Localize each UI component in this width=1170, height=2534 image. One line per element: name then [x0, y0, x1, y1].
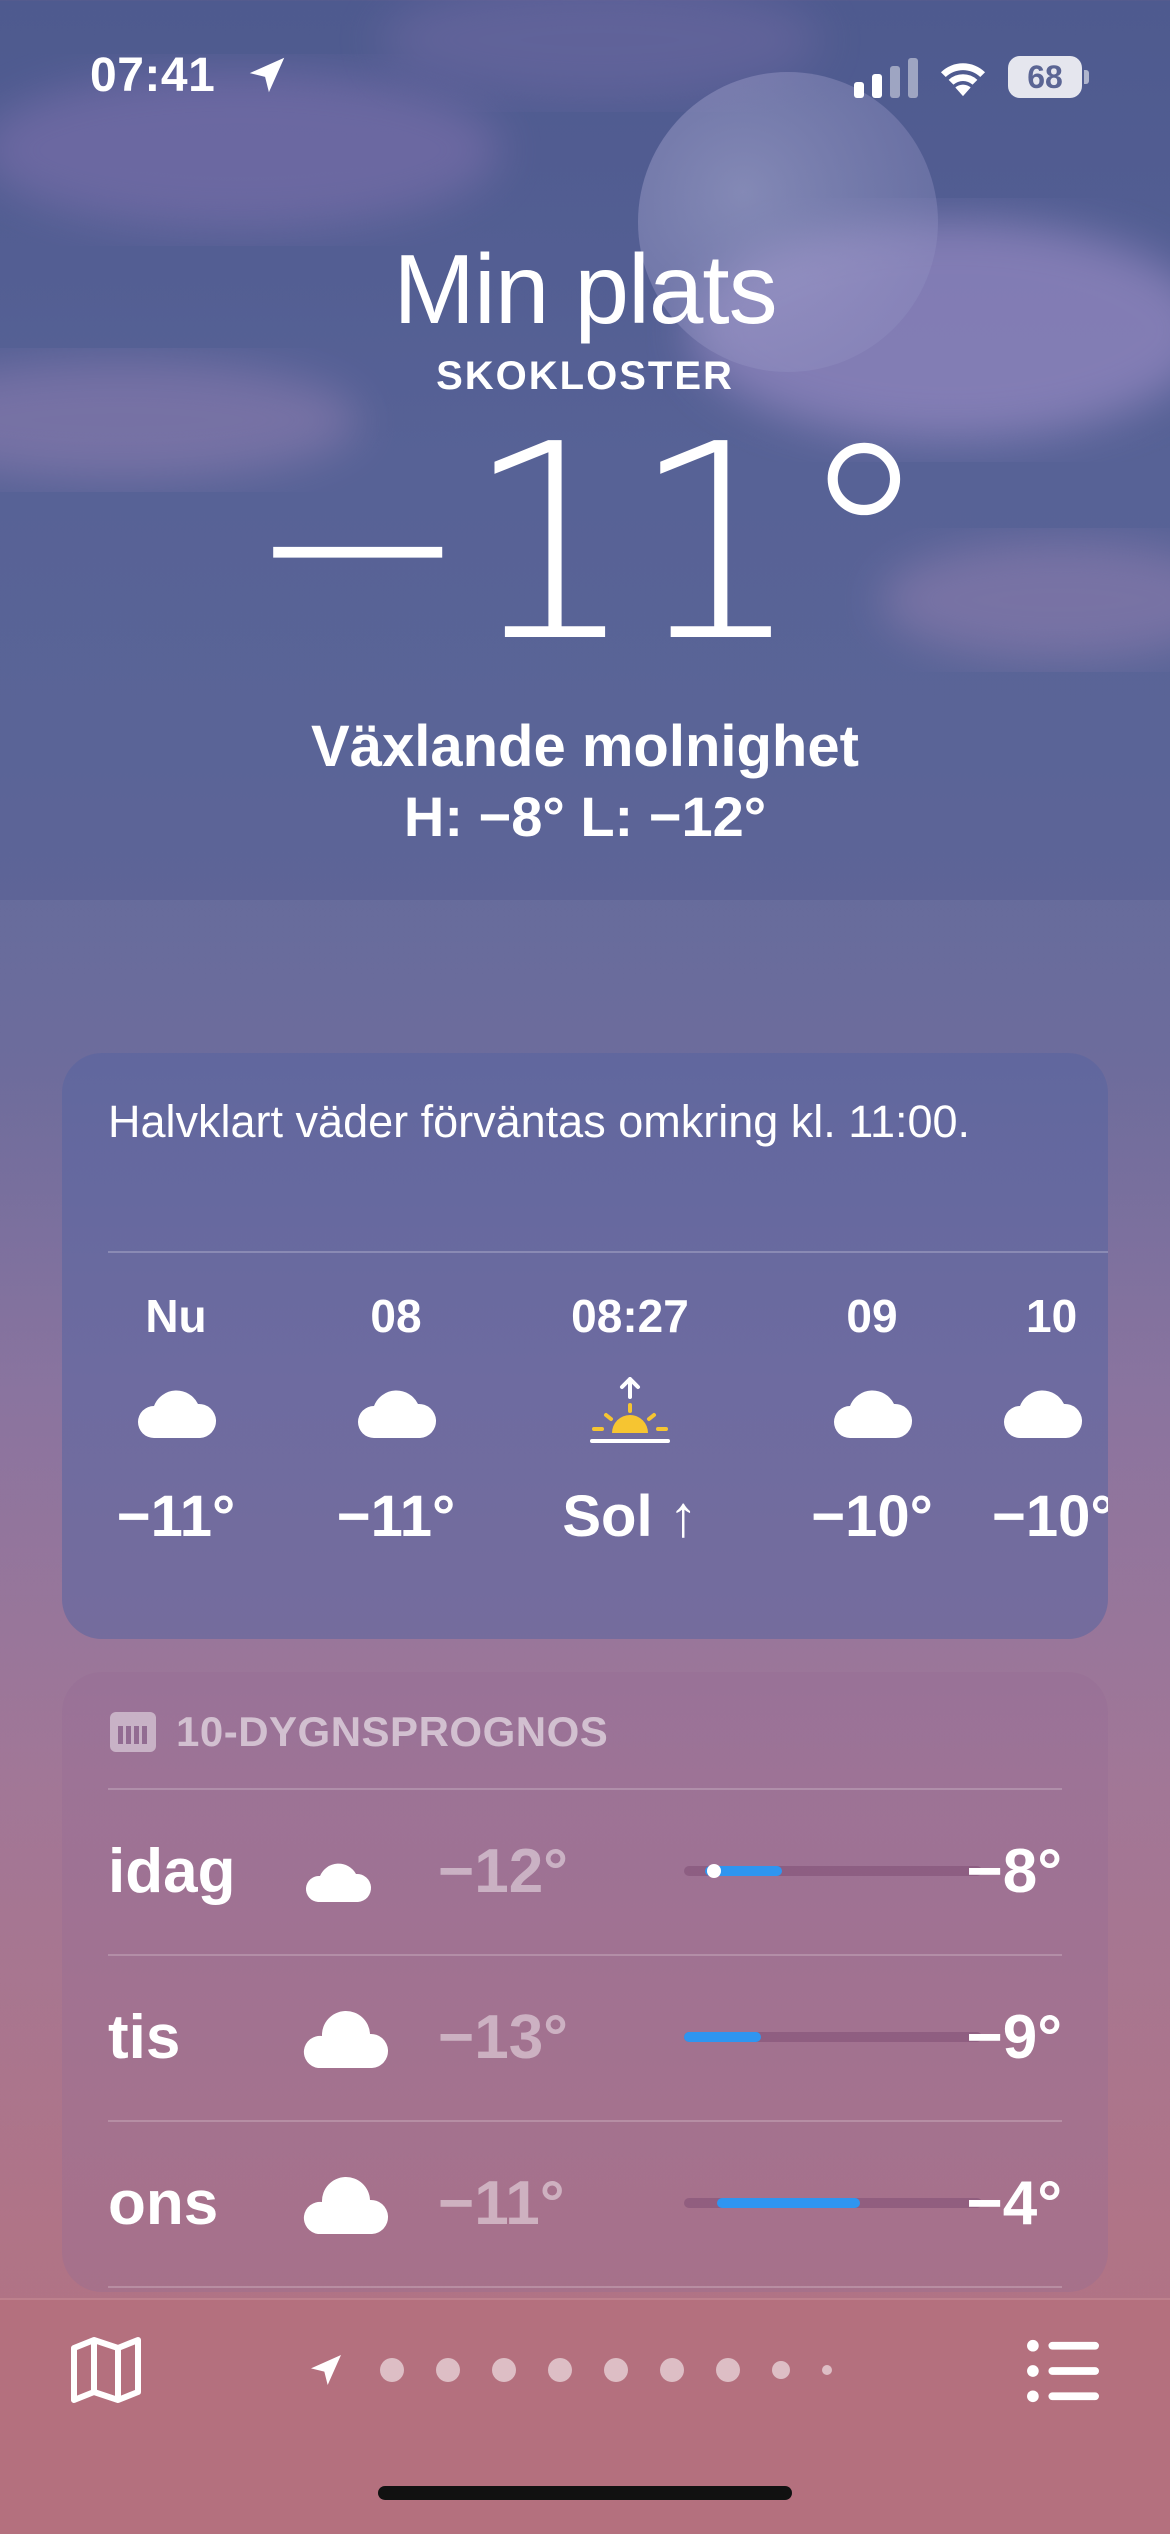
- day-high: −8°: [966, 1837, 1062, 1906]
- calendar-icon: [110, 1712, 156, 1752]
- cloud-icon: [303, 2176, 389, 2234]
- temperature-range-bar: [684, 2198, 982, 2208]
- temperature-range-bar: [684, 2032, 982, 2042]
- location-pager[interactable]: [306, 2350, 848, 2390]
- day-row[interactable]: idag −12° −8°: [108, 1790, 1062, 1954]
- page-dot[interactable]: [772, 2361, 790, 2379]
- hour-label: 08: [370, 1290, 422, 1342]
- day-row[interactable]: tis −13° −9°: [108, 1956, 1062, 2120]
- high-low: H: −8° L: −12°: [403, 785, 767, 848]
- sunrise-icon: [590, 1377, 670, 1443]
- page-dot[interactable]: [660, 2358, 684, 2382]
- hour-item: 09 −10°: [772, 1289, 972, 1550]
- hour-label: 09: [846, 1290, 898, 1342]
- cloud-icon: [1004, 1390, 1083, 1438]
- ten-day-title: 10-DYGNSPROGNOS: [176, 1708, 609, 1755]
- hour-item: 08:27 Sol ↑: [530, 1289, 730, 1550]
- hourly-forecast-card[interactable]: Halvklart väder förväntas omkring kl. 11…: [62, 1053, 1108, 1639]
- day-high: −9°: [966, 2003, 1062, 2072]
- status-bar: 07:41 68: [0, 0, 1170, 150]
- status-time: 07:41: [90, 49, 216, 102]
- ten-day-header: 10-DYGNSPROGNOS: [110, 1708, 608, 1756]
- ten-day-forecast-card[interactable]: 10-DYGNSPROGNOS idag −12° −8° tis −13° −…: [62, 1672, 1108, 2292]
- divider: [108, 2286, 1062, 2288]
- home-indicator: [378, 2486, 792, 2500]
- page-dot[interactable]: [492, 2358, 516, 2382]
- cloud-moon-icon: [305, 1834, 382, 1902]
- hour-label: 10: [1026, 1290, 1078, 1342]
- hour-temperature: −10°: [811, 1484, 933, 1549]
- hour-item: Nu −11°: [76, 1289, 276, 1550]
- cellular-signal-icon: [854, 58, 918, 98]
- hour-item: 10 −10°: [992, 1289, 1108, 1550]
- location-title: Min plats: [393, 234, 777, 344]
- cloud-icon: [834, 1390, 913, 1438]
- hour-label: 08:27: [571, 1290, 689, 1342]
- page-dot[interactable]: [716, 2358, 740, 2382]
- current-condition: Växlande molnighet: [311, 714, 859, 779]
- current-weather: Min plats SKOKLOSTER −11° Växlande molni…: [0, 230, 1170, 849]
- day-low: −12°: [438, 1837, 568, 1906]
- day-row[interactable]: ons −11° −4°: [108, 2122, 1062, 2286]
- cloud-icon: [138, 1390, 217, 1438]
- hour-temperature: −10°: [992, 1484, 1108, 1549]
- battery-icon: 68: [1008, 56, 1089, 98]
- battery-level: 68: [1008, 56, 1082, 98]
- page-dot[interactable]: [436, 2358, 460, 2382]
- current-temperature: −11°: [244, 386, 932, 701]
- day-high: −4°: [966, 2169, 1062, 2238]
- hour-label: Nu: [145, 1290, 207, 1342]
- day-label: tis: [108, 2003, 181, 2072]
- hour-item: 08 −11°: [296, 1289, 496, 1550]
- sunrise-label: Sol ↑: [562, 1484, 698, 1549]
- forecast-summary: Halvklart väder förväntas omkring kl. 11…: [108, 1096, 971, 1147]
- current-temp-dot: [706, 1864, 721, 1878]
- cloud-icon: [303, 2010, 389, 2068]
- day-low: −11°: [438, 2169, 565, 2238]
- page-dot[interactable]: [822, 2365, 832, 2375]
- day-label: idag: [108, 1837, 236, 1906]
- location-arrow-icon: [249, 57, 285, 93]
- hour-temperature: −11°: [116, 1484, 236, 1549]
- page-dot[interactable]: [548, 2358, 572, 2382]
- divider: [108, 1251, 1108, 1253]
- map-icon[interactable]: [66, 2330, 146, 2410]
- list-icon[interactable]: [1024, 2336, 1104, 2406]
- page-dot[interactable]: [380, 2358, 404, 2382]
- page-dot[interactable]: [604, 2358, 628, 2382]
- current-location-icon[interactable]: [306, 2350, 346, 2390]
- wifi-icon: [940, 63, 986, 97]
- temperature-range-bar: [684, 1864, 982, 1878]
- cloud-icon: [358, 1390, 437, 1438]
- hour-temperature: −11°: [336, 1484, 456, 1549]
- day-low: −13°: [438, 2003, 568, 2072]
- day-label: ons: [108, 2169, 219, 2238]
